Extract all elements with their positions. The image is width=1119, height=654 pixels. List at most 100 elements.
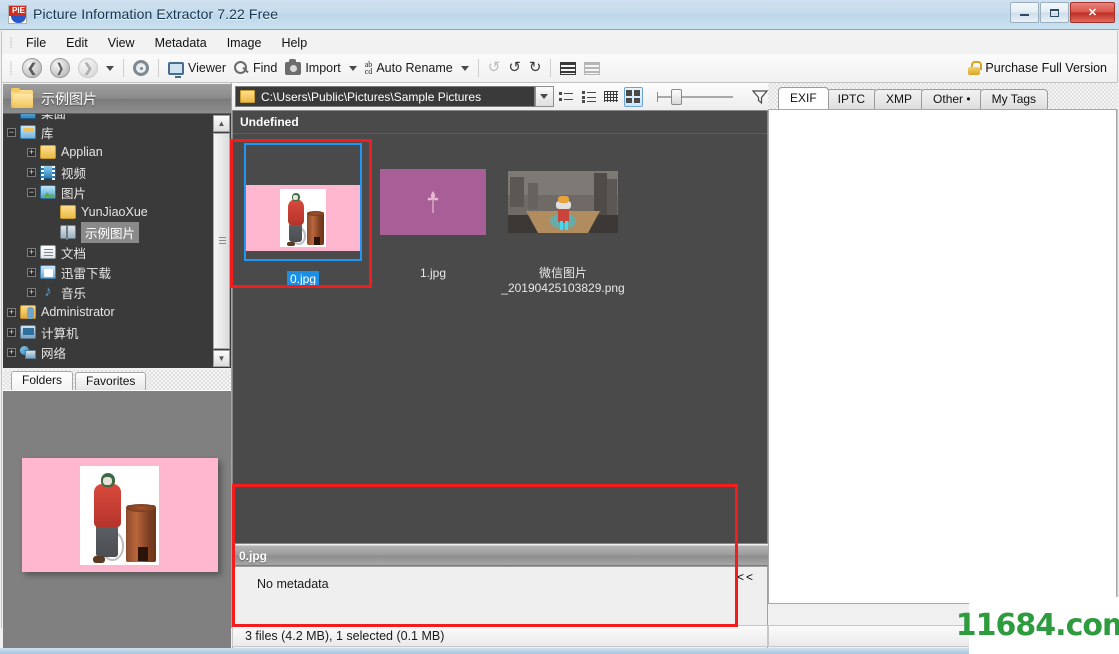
menu-item-help[interactable]: Help [271, 33, 317, 53]
thumbnail-item[interactable]: 微信图片_20190425103829.png [498, 135, 628, 296]
view-mode-small-icons[interactable] [601, 87, 620, 107]
filmstrip-alt-button[interactable] [580, 60, 604, 77]
auto-rename-dropdown-button[interactable] [457, 64, 473, 73]
tree-item-7[interactable]: + 文档 [3, 242, 217, 262]
expand-icon[interactable]: + [27, 247, 36, 257]
thumbnail-browser[interactable]: Undefined 0.jpg 1.jpg 微信图片_2019042510382… [232, 110, 768, 544]
chevron-down-icon [348, 65, 357, 71]
no-metadata-text: No metadata [257, 577, 329, 591]
minimize-button[interactable] [1010, 2, 1039, 23]
menu-item-edit[interactable]: Edit [56, 33, 98, 53]
expand-icon[interactable]: + [27, 267, 36, 277]
folder-tree[interactable]: 桌面−库+Applian+视频−图片YunJiaoXue示例图片+文档+迅雷下载… [3, 114, 231, 368]
expand-icon[interactable]: + [7, 327, 16, 337]
tree-item-4[interactable]: − 图片 [3, 182, 217, 202]
collapse-icon[interactable]: − [27, 187, 36, 197]
filmstrip-button[interactable] [556, 60, 580, 77]
rotate-right-button[interactable]: ↻ [525, 59, 546, 77]
view-mode-details[interactable] [557, 87, 576, 107]
tree-item-1[interactable]: − 库 [3, 122, 217, 142]
find-label: Find [252, 61, 278, 75]
expand-icon[interactable]: + [7, 307, 16, 317]
tree-item-8[interactable]: + 迅雷下载 [3, 262, 217, 282]
tab-other[interactable]: Other • [921, 89, 983, 109]
slider-handle[interactable] [670, 88, 682, 105]
chevron-down-icon [106, 65, 114, 71]
tree-item-2[interactable]: + Applian [3, 142, 217, 162]
maximize-button[interactable] [1040, 2, 1069, 23]
path-dropdown-button[interactable] [535, 86, 554, 107]
folder-tree-scrollbar[interactable]: ▲ ▼ [213, 115, 230, 367]
filmstrip-dashed-icon [584, 61, 601, 75]
menu-grip-handle[interactable] [6, 36, 16, 50]
filter-button[interactable] [751, 89, 769, 105]
auto-rename-label: Auto Rename [376, 61, 453, 75]
thumbnail-size-slider[interactable] [656, 87, 733, 107]
title-bar: PIE Picture Information Extractor 7.22 F… [0, 0, 1119, 30]
tree-item-10[interactable]: + Administrator [3, 302, 217, 322]
scroll-down-button[interactable]: ▼ [213, 350, 230, 367]
tree-item-label: 桌面 [41, 114, 66, 122]
menu-item-file[interactable]: File [16, 33, 56, 53]
expand-icon[interactable]: + [27, 287, 36, 297]
watermark: 11684.com [956, 597, 1119, 654]
view-mode-thumbnails[interactable] [623, 86, 643, 107]
settings-button[interactable] [129, 58, 153, 78]
expand-icon[interactable]: + [7, 347, 16, 357]
tab-xmp[interactable]: XMP [874, 89, 925, 109]
import-dropdown-button[interactable] [345, 64, 361, 73]
expand-icon[interactable]: + [27, 167, 36, 177]
view-mode-list[interactable] [579, 87, 598, 107]
library-icon [20, 125, 36, 139]
back-button[interactable]: ❮ [18, 56, 46, 80]
toolbar-grip-handle[interactable] [6, 59, 16, 77]
find-button[interactable]: Find [230, 59, 281, 78]
tree-item-6[interactable]: 示例图片 [3, 221, 217, 243]
menu-item-metadata[interactable]: Metadata [145, 33, 217, 53]
thumbnail-image-2[interactable] [504, 143, 622, 261]
thumbnail-item[interactable]: 1.jpg [368, 135, 498, 296]
scrollbar-thumb[interactable] [213, 133, 230, 349]
tab-favorites[interactable]: Favorites [75, 372, 147, 390]
tab-folders[interactable]: Folders [11, 371, 74, 390]
tree-item-0[interactable]: 桌面 [3, 114, 217, 122]
thumbnail-list: 0.jpg 1.jpg 微信图片_20190425103829.png [233, 135, 767, 296]
tree-item-9[interactable]: + ♪ 音乐 [3, 282, 217, 302]
tab-exif[interactable]: EXIF [778, 87, 829, 109]
close-button[interactable]: ✕ [1070, 2, 1115, 23]
import-button[interactable]: Import [281, 58, 344, 77]
application-window: PIE Picture Information Extractor 7.22 F… [0, 0, 1119, 654]
tab-my-tags[interactable]: My Tags [979, 89, 1049, 109]
tab-iptc[interactable]: IPTC [825, 89, 878, 109]
collapse-icon[interactable]: − [7, 127, 16, 137]
tree-item-12[interactable]: + 网络 [3, 342, 217, 362]
menu-item-image[interactable]: Image [217, 33, 272, 53]
tree-item-3[interactable]: + 视频 [3, 162, 217, 182]
thumbnail-image-0[interactable] [244, 143, 362, 261]
purchase-full-version-button[interactable]: Purchase Full Version [968, 61, 1107, 75]
tree-item-11[interactable]: + 计算机 [3, 322, 217, 342]
tree-item-label: 计算机 [41, 326, 79, 341]
auto-rename-button[interactable]: ab cd Auto Rename [361, 59, 457, 77]
viewer-button[interactable]: Viewer [164, 59, 230, 78]
path-input[interactable]: C:\Users\Public\Pictures\Sample Pictures [235, 86, 536, 107]
up-button[interactable]: ❭ [46, 56, 74, 80]
collapse-metadata-button[interactable]: << [737, 570, 755, 584]
forward-button[interactable]: ❯ [74, 56, 102, 80]
rotate-left-button[interactable]: ↺ [504, 59, 525, 77]
watermark-text: 11684.com [955, 608, 1119, 643]
tree-item-5[interactable]: YunJiaoXue [3, 202, 217, 222]
thumbnail-image-1[interactable] [374, 143, 492, 261]
expand-icon[interactable]: + [27, 147, 36, 157]
thumbnail-item[interactable]: 0.jpg [238, 135, 368, 296]
menu-item-view[interactable]: View [98, 33, 145, 53]
undo-button[interactable]: ↺ [484, 59, 505, 77]
tree-item-label: 音乐 [61, 286, 87, 301]
metadata-content-area[interactable] [768, 109, 1117, 604]
history-dropdown-button[interactable] [102, 64, 118, 73]
scroll-up-button[interactable]: ▲ [213, 115, 230, 132]
folder-icon [40, 145, 56, 159]
preview-pane[interactable] [3, 390, 231, 654]
